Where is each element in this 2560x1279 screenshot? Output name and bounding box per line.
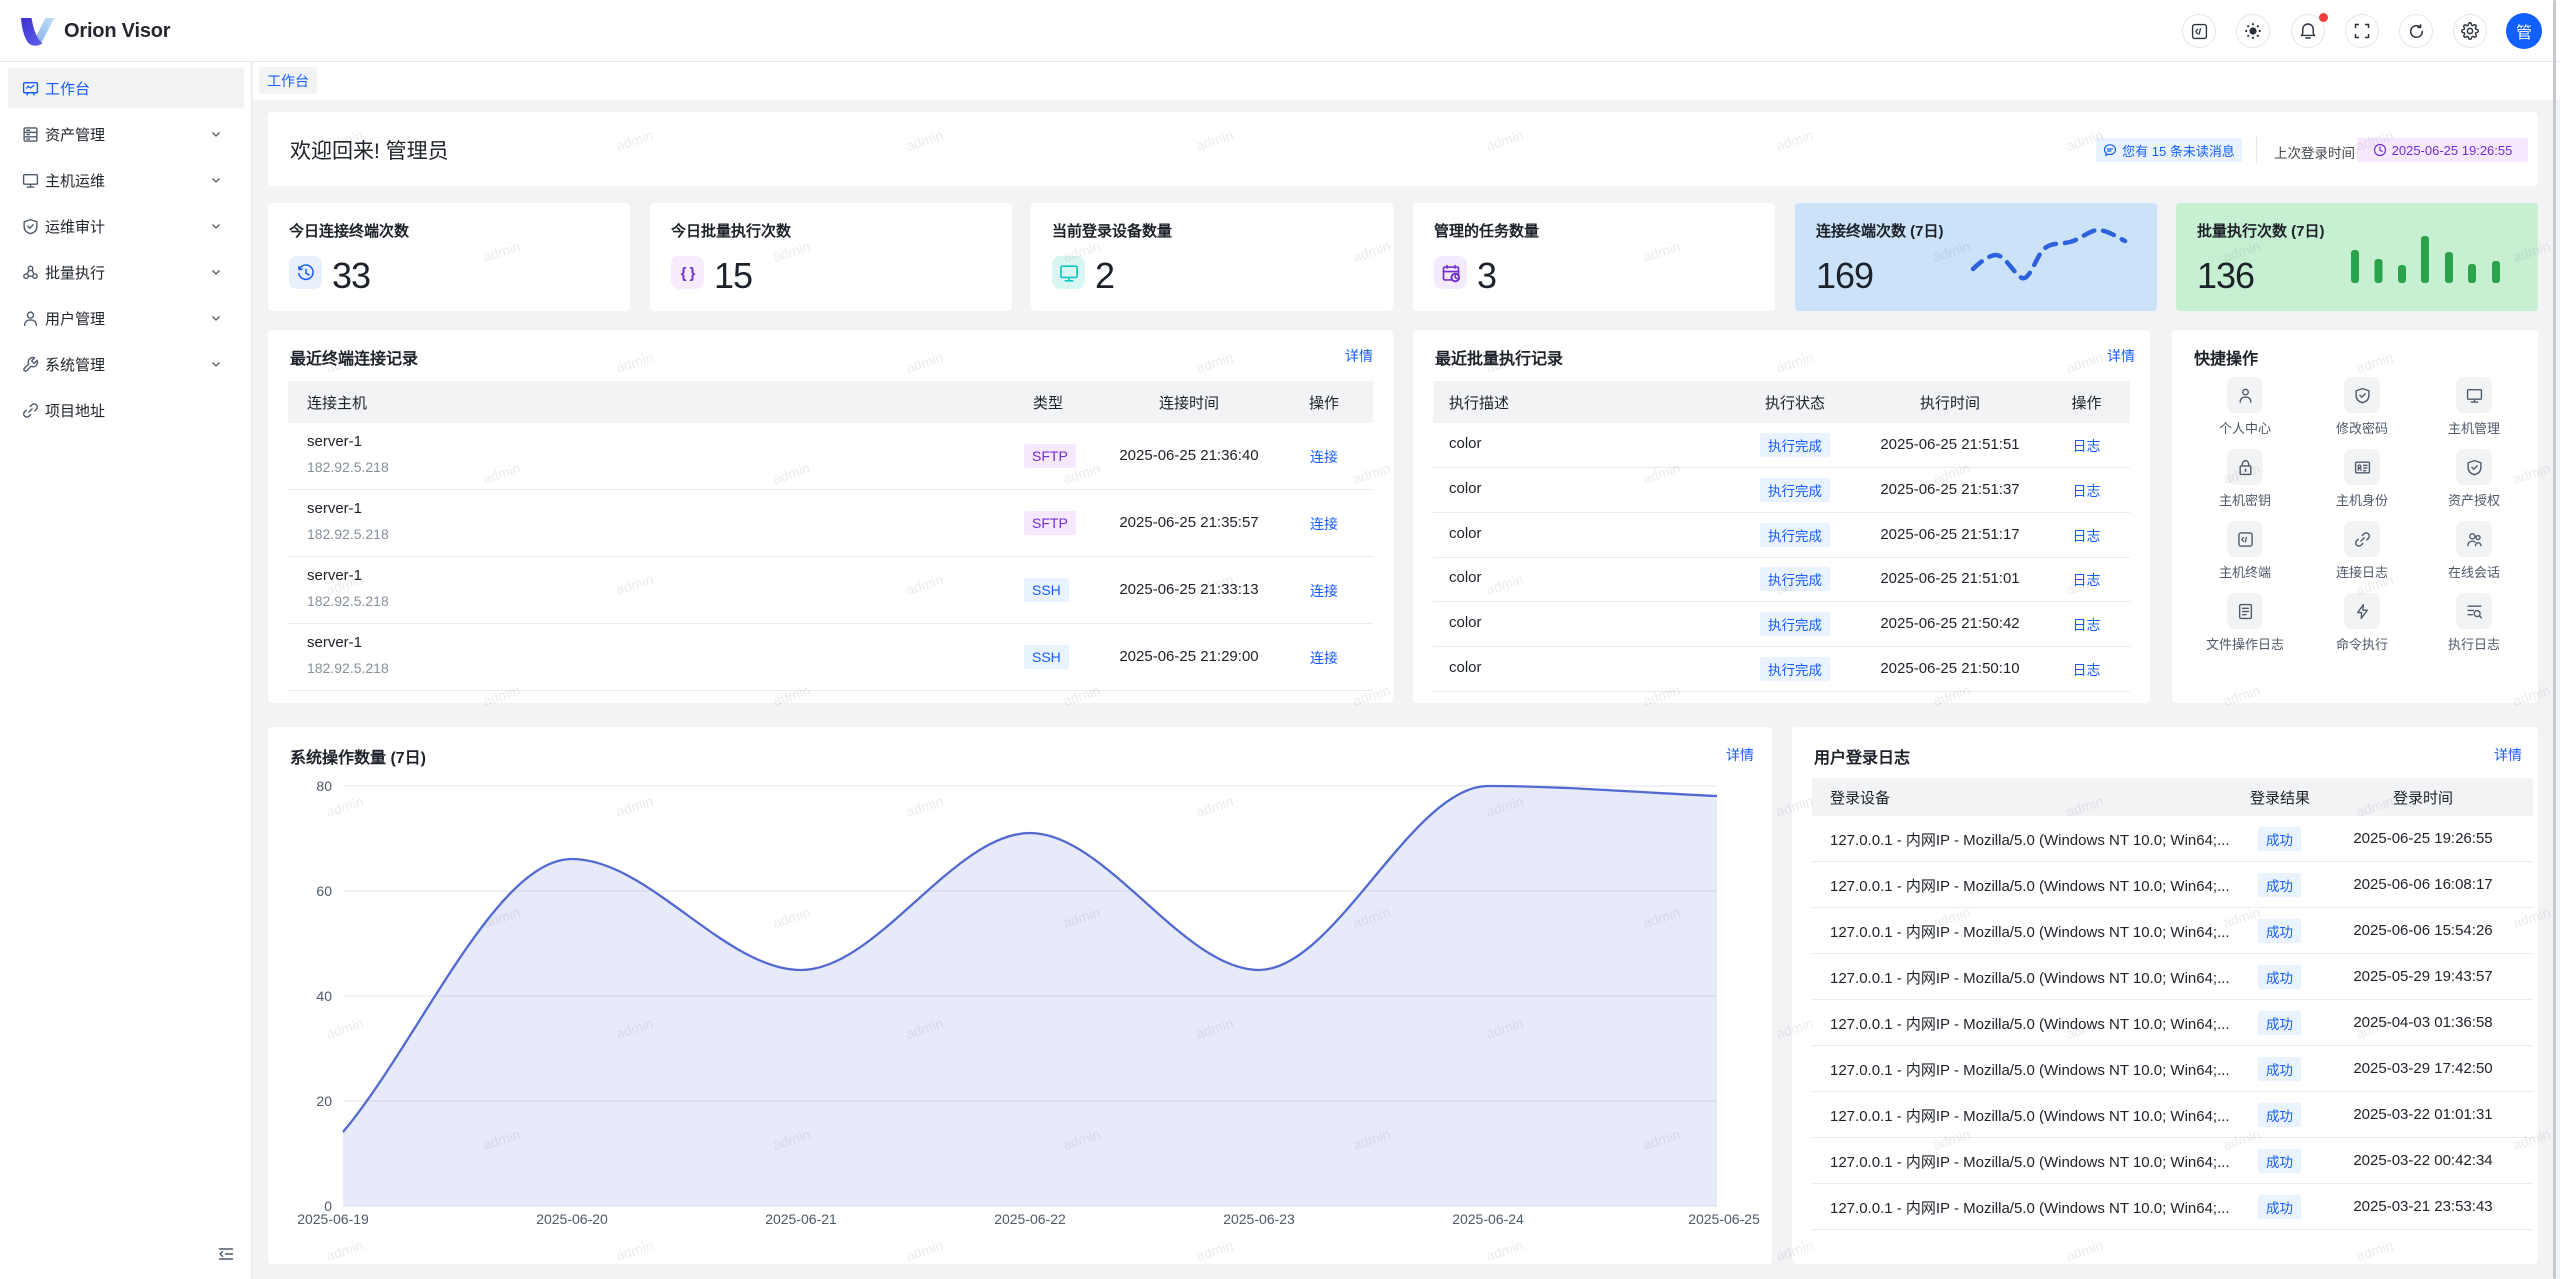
svg-text:40: 40 bbox=[316, 988, 332, 1004]
svg-text:2025-06-23: 2025-06-23 bbox=[1223, 1211, 1295, 1227]
svg-text:2025-06-20: 2025-06-20 bbox=[536, 1211, 608, 1227]
svg-text:2025-06-21: 2025-06-21 bbox=[765, 1211, 837, 1227]
svg-text:{ }: { } bbox=[680, 265, 695, 282]
svg-text:2025-06-25: 2025-06-25 bbox=[1688, 1211, 1760, 1227]
svg-text:2025-06-19: 2025-06-19 bbox=[297, 1211, 369, 1227]
svg-text:2025-06-24: 2025-06-24 bbox=[1452, 1211, 1524, 1227]
svg-text:80: 80 bbox=[316, 778, 332, 794]
svg-text:20: 20 bbox=[316, 1093, 332, 1109]
svg-text:60: 60 bbox=[316, 883, 332, 899]
svg-text:2025-06-22: 2025-06-22 bbox=[994, 1211, 1066, 1227]
